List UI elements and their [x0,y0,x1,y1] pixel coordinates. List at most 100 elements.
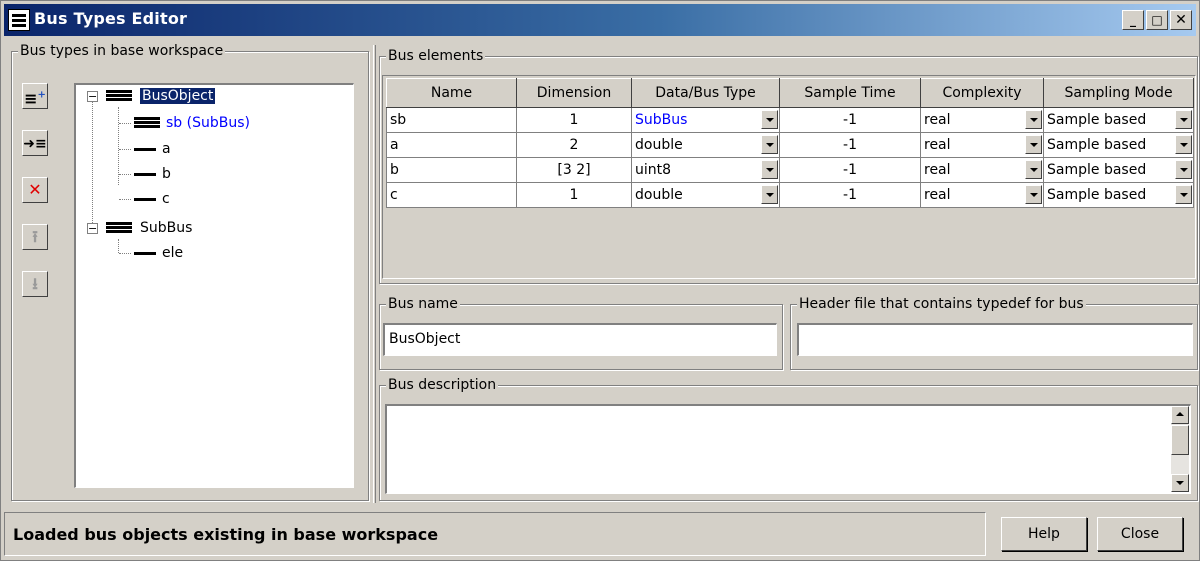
maximize-button[interactable]: □ [1146,10,1168,30]
table-row[interactable]: b [3 2] uint8 -1 real Sample based [386,157,1194,183]
bus-name-field[interactable]: BusObject [383,323,777,356]
help-button[interactable]: Help [1001,517,1087,551]
table-row[interactable]: c 1 double -1 real Sample based [386,182,1194,208]
signal-icon [134,173,156,176]
cell-type[interactable]: SubBus [631,107,780,133]
move-up-button[interactable]: ⭱ [22,224,48,250]
column-header-sampling-mode[interactable]: Sampling Mode [1043,78,1194,108]
tree-node-label: b [162,166,171,182]
dropdown-arrow-icon[interactable] [761,160,778,179]
cell-name[interactable]: sb [386,107,517,133]
dropdown-arrow-icon[interactable] [1175,160,1192,179]
collapse-subbus-icon[interactable]: − [87,223,98,234]
tree-node-a[interactable]: a [134,138,171,160]
cell-sampling-mode[interactable]: Sample based [1043,182,1194,208]
cell-type-value: double [635,187,683,203]
table-row[interactable]: sb 1 SubBus -1 real Sample based [386,107,1194,133]
cell-name[interactable]: a [386,132,517,158]
splitter[interactable] [373,45,376,503]
cell-type[interactable]: double [631,182,780,208]
dropdown-arrow-icon[interactable] [1175,110,1192,129]
cell-complexity-value: real [924,112,951,128]
window-title: Bus Types Editor [34,9,188,28]
cell-complexity-value: real [924,137,951,153]
cell-sampling-mode[interactable]: Sample based [1043,107,1194,133]
close-window-button[interactable]: ✕ [1170,10,1192,30]
header-file-label: Header file that contains typedef for bu… [797,295,1086,313]
cell-name[interactable]: c [386,182,517,208]
cell-sampling-mode[interactable]: Sample based [1043,157,1194,183]
dropdown-arrow-icon[interactable] [1175,135,1192,154]
cell-dimension[interactable]: 2 [516,132,632,158]
cell-type[interactable]: double [631,132,780,158]
cell-sample-time[interactable]: -1 [779,157,921,183]
scroll-up-icon[interactable] [1171,406,1189,424]
cell-sample-time[interactable]: -1 [779,182,921,208]
title-bar[interactable]: Bus Types Editor _ □ ✕ [4,4,1196,36]
cell-complexity[interactable]: real [920,107,1044,133]
header-file-field[interactable] [797,323,1193,356]
tree-node-sb[interactable]: sb (SubBus) [134,112,250,134]
dropdown-arrow-icon[interactable] [1025,185,1042,204]
column-header-sample-time[interactable]: Sample Time [779,78,921,108]
delete-button[interactable]: ✕ [22,177,48,203]
cell-complexity-value: real [924,162,951,178]
tree-node-b[interactable]: b [134,163,171,185]
column-header-dimension[interactable]: Dimension [516,78,632,108]
dropdown-arrow-icon[interactable] [761,185,778,204]
move-down-icon: ⭳ [32,274,38,293]
cell-sample-time[interactable]: -1 [779,107,921,133]
column-header-type[interactable]: Data/Bus Type [631,78,780,108]
column-header-complexity[interactable]: Complexity [920,78,1044,108]
tree-node-label: c [162,191,170,207]
dropdown-arrow-icon[interactable] [1025,135,1042,154]
cell-sample-time[interactable]: -1 [779,132,921,158]
cell-name[interactable]: b [386,157,517,183]
cell-dimension[interactable]: 1 [516,182,632,208]
bus-icon [106,90,132,102]
cell-complexity[interactable]: real [920,132,1044,158]
move-down-button[interactable]: ⭳ [22,271,48,297]
scroll-down-icon[interactable] [1171,474,1189,492]
bus-icon [106,222,132,234]
collapse-busobject-icon[interactable]: − [87,91,98,102]
description-scrollbar[interactable] [1171,406,1189,492]
close-icon: ✕ [1175,12,1187,28]
bus-description-field[interactable] [385,404,1191,494]
tree-node-label: ele [162,245,184,261]
bus-description-label: Bus description [386,376,499,394]
cell-type-value: uint8 [635,162,672,178]
dropdown-arrow-icon[interactable] [761,135,778,154]
bus-tree[interactable]: − BusObject sb (SubBus) a b c − SubBus e… [74,83,354,488]
cell-sampling-mode[interactable]: Sample based [1043,132,1194,158]
cell-dimension[interactable]: 1 [516,107,632,133]
tree-node-label: a [162,141,171,157]
delete-x-icon: ✕ [28,180,42,199]
dropdown-arrow-icon[interactable] [1175,185,1192,204]
cell-complexity[interactable]: real [920,182,1044,208]
tree-node-subbus[interactable]: SubBus [106,217,192,239]
tree-node-label: SubBus [140,220,193,236]
cell-type[interactable]: uint8 [631,157,780,183]
dropdown-arrow-icon[interactable] [1025,160,1042,179]
table-row[interactable]: a 2 double -1 real Sample based [386,132,1194,158]
cell-type-value: SubBus [635,112,688,128]
dropdown-arrow-icon[interactable] [761,110,778,129]
cell-sampling-mode-value: Sample based [1047,137,1147,153]
dropdown-arrow-icon[interactable] [1025,110,1042,129]
tree-node-ele[interactable]: ele [134,242,183,264]
tree-node-c[interactable]: c [134,188,170,210]
minimize-button[interactable]: _ [1122,10,1144,30]
cell-complexity[interactable]: real [920,157,1044,183]
add-element-button[interactable]: ➜≡ [22,130,48,156]
bus-elements-table[interactable]: Name Dimension Data/Bus Type Sample Time… [382,75,1196,279]
add-bus-button[interactable]: ≡+ [22,83,48,109]
tree-node-busobject[interactable]: BusObject [106,85,216,107]
cell-dimension[interactable]: [3 2] [516,157,632,183]
bus-types-editor-window: Bus Types Editor _ □ ✕ Bus types in base… [0,0,1200,561]
scroll-thumb[interactable] [1171,425,1189,455]
app-icon [8,9,30,31]
close-button[interactable]: Close [1097,517,1183,551]
column-header-name[interactable]: Name [386,78,517,108]
tree-node-label: BusObject [140,88,216,104]
